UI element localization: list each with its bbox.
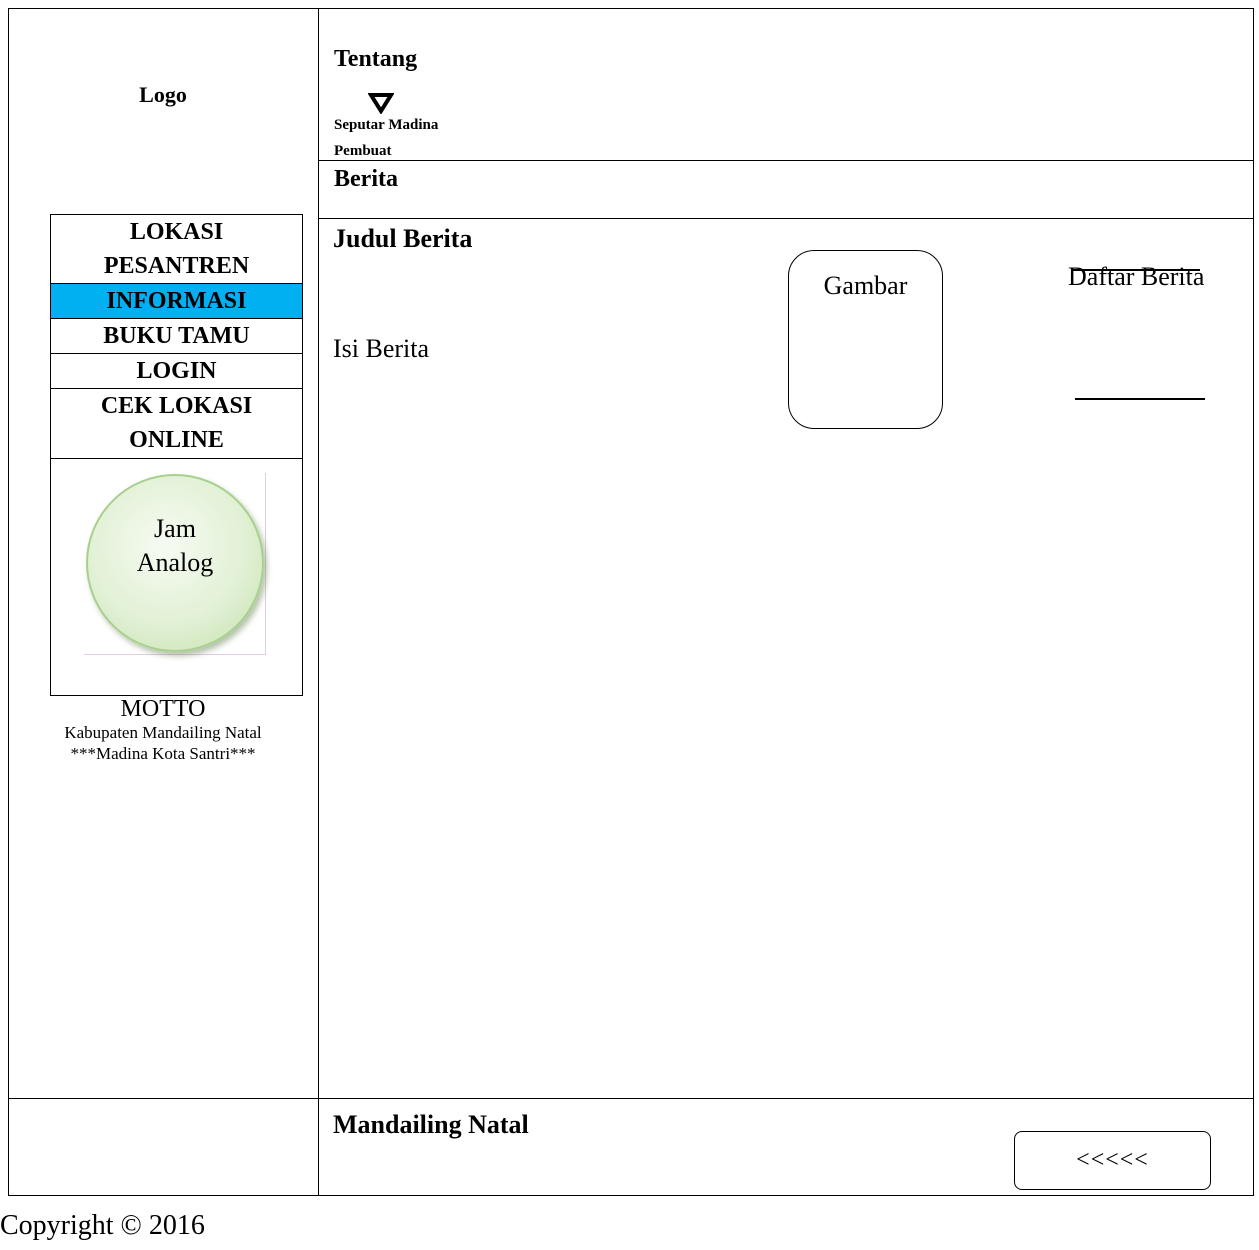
image-label: Gambar bbox=[823, 271, 908, 300]
menu-item-cek-lokasi-online[interactable]: CEK LOKASI ONLINE bbox=[51, 389, 302, 457]
clock-label: Analog bbox=[136, 548, 214, 577]
menu-label: BUKU TAMU bbox=[103, 323, 250, 349]
menu-label: CEK LOKASI bbox=[100, 393, 253, 419]
menu-label: ONLINE bbox=[129, 427, 224, 453]
analog-clock: Jam Analog bbox=[86, 474, 264, 652]
news-image-placeholder: Gambar bbox=[788, 250, 943, 429]
news-list-item[interactable] bbox=[1072, 269, 1200, 271]
column-divider bbox=[318, 8, 319, 1196]
triangle-down-icon[interactable] bbox=[368, 92, 394, 114]
back-button[interactable]: <<<<< bbox=[1014, 1131, 1211, 1190]
footer-title: Mandailing Natal bbox=[333, 1110, 529, 1139]
clock-label: Jam bbox=[154, 514, 196, 543]
menu-item-informasi[interactable]: INFORMASI bbox=[51, 284, 302, 318]
menu-label: LOKASI bbox=[129, 219, 224, 245]
dropdown-item-seputar-madina[interactable]: Seputar Madina bbox=[334, 117, 438, 133]
menu-label: INFORMASI bbox=[106, 288, 247, 314]
section-title: Berita bbox=[334, 166, 398, 192]
news-list-item[interactable] bbox=[1075, 398, 1205, 400]
motto-block: MOTTO Kabupaten Mandailing Natal ***Madi… bbox=[8, 696, 318, 764]
logo: Logo bbox=[139, 82, 187, 107]
nav-tentang[interactable]: Tentang bbox=[334, 46, 417, 73]
menu-item-lokasi-pesantren[interactable]: LOKASI PESANTREN bbox=[51, 215, 302, 283]
section-divider bbox=[318, 218, 1254, 219]
copyright: Copyright © 2016 bbox=[0, 1210, 205, 1241]
motto-title: MOTTO bbox=[120, 696, 206, 722]
news-title: Judul Berita bbox=[333, 224, 473, 253]
motto-line: ***Madina Kota Santri*** bbox=[70, 744, 256, 763]
menu-divider bbox=[51, 458, 302, 459]
menu-item-login[interactable]: LOGIN bbox=[51, 354, 302, 388]
menu-label: PESANTREN bbox=[103, 253, 250, 279]
motto-line: Kabupaten Mandailing Natal bbox=[64, 723, 262, 742]
menu-label: LOGIN bbox=[136, 358, 217, 384]
news-list-title: Daftar Berita bbox=[1068, 262, 1205, 291]
menu-item-buku-tamu[interactable]: BUKU TAMU bbox=[51, 319, 302, 353]
header-divider bbox=[318, 160, 1254, 161]
news-body: Isi Berita bbox=[333, 334, 430, 363]
footer-divider bbox=[8, 1098, 1254, 1099]
dropdown-item-pembuat[interactable]: Pembuat bbox=[334, 143, 392, 159]
